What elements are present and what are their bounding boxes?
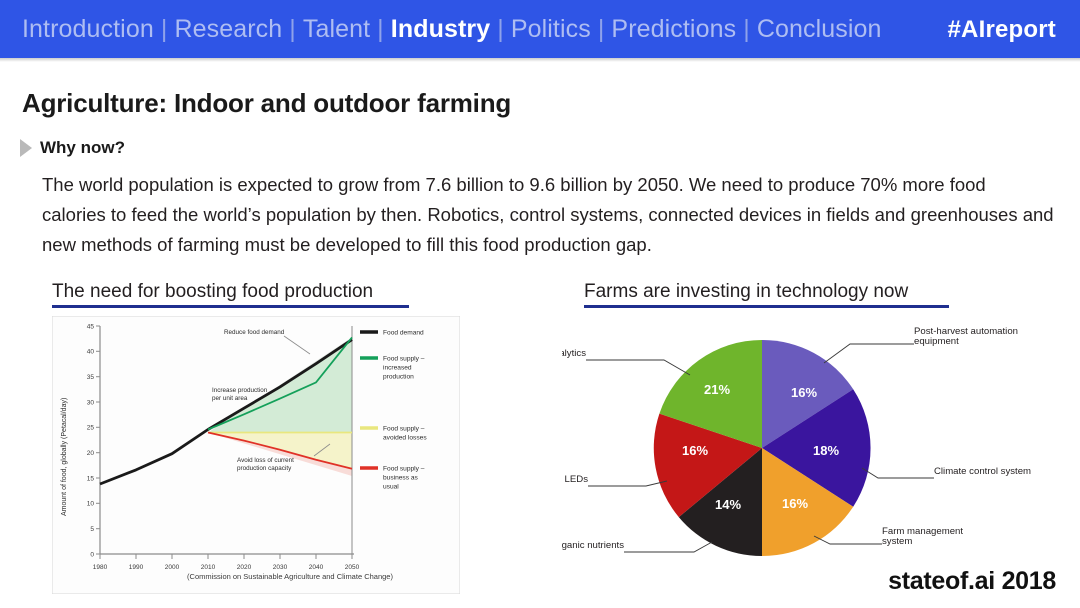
triangle-bullet-icon	[20, 139, 32, 157]
annotation-avoid-loss: Avoid loss of current production capacit…	[237, 457, 294, 472]
nav-separator: |	[497, 14, 504, 43]
legend-label-avoided-losses: Food supply –	[383, 425, 425, 432]
pie-value-post-harvest: 16%	[791, 385, 817, 400]
svg-text:40: 40	[87, 349, 95, 356]
y-axis-title: Amount of food, globally (Petacal/day)	[61, 398, 68, 516]
nav-item-industry[interactable]: Industry	[391, 15, 490, 44]
food-production-line-chart: 45 40 35 30 25 20 15 10 5 0 Amount of fo…	[52, 316, 460, 594]
line-chart-svg: 45 40 35 30 25 20 15 10 5 0 Amount of fo…	[52, 316, 460, 594]
body-paragraph: The world population is expected to grow…	[42, 174, 1054, 255]
svg-text:2020: 2020	[237, 564, 252, 571]
pie-label-post-harvest-line2: equipment	[914, 336, 959, 347]
pie-label-data-and-analytics: Data and analytics	[562, 348, 586, 359]
pie-chart-svg: 16% 18% 16% 14% 16% 21% Post-harvest aut…	[562, 326, 1031, 557]
left-panel-underline	[52, 305, 409, 308]
pie-label-adding-leds: Adding LEDs	[562, 474, 588, 485]
svg-text:production: production	[383, 373, 414, 380]
svg-text:per unit area: per unit area	[212, 395, 248, 402]
svg-text:2050: 2050	[345, 564, 360, 571]
svg-text:45: 45	[87, 323, 95, 330]
svg-text:production capacity: production capacity	[237, 465, 292, 472]
svg-text:2010: 2010	[201, 564, 216, 571]
nav-item-conclusion[interactable]: Conclusion	[757, 15, 882, 44]
svg-text:2030: 2030	[273, 564, 288, 571]
why-now-label: Why now?	[40, 138, 125, 157]
svg-text:30: 30	[87, 399, 95, 406]
farm-technology-pie-chart: 16% 18% 16% 14% 16% 21% Post-harvest aut…	[562, 318, 1062, 580]
footer-brand: stateof.ai 2018	[888, 567, 1056, 595]
pie-value-data-analytics: 21%	[704, 382, 730, 397]
nav-separator: |	[743, 14, 750, 43]
legend-label-business-as-usual: Food supply –	[383, 465, 425, 472]
svg-text:Avoid loss of current: Avoid loss of current	[237, 457, 294, 464]
pie-label-organic-nutrients: Organic nutrients	[562, 540, 624, 551]
svg-text:avoided losses: avoided losses	[383, 434, 427, 441]
right-panel-heading-text: Farms are investing in technology now	[584, 281, 909, 302]
pie-value-farm-management: 16%	[782, 496, 808, 511]
svg-text:10: 10	[87, 501, 95, 508]
nav-item-introduction[interactable]: Introduction	[22, 15, 154, 44]
slide: Introduction | Research | Talent | Indus…	[0, 0, 1080, 608]
pie-value-organic-nutrients: 14%	[715, 497, 741, 512]
right-panel-heading: Farms are investing in technology now	[584, 281, 949, 308]
nav-separator: |	[597, 14, 605, 43]
svg-text:Increase production: Increase production	[212, 387, 268, 394]
nav-separator: |	[289, 14, 296, 43]
left-panel-heading: The need for boosting food production	[52, 281, 409, 308]
svg-text:usual: usual	[383, 483, 399, 490]
svg-text:35: 35	[87, 374, 95, 381]
line-chart-caption: (Commission on Sustainable Agriculture a…	[187, 572, 393, 581]
svg-text:1990: 1990	[129, 564, 144, 571]
legend-label-increased-production: Food supply –	[383, 355, 425, 362]
nav-item-talent[interactable]: Talent	[303, 15, 370, 44]
navbar-shadow	[0, 58, 1080, 62]
nav-item-research[interactable]: Research	[174, 15, 282, 44]
pie-value-climate-control: 18%	[813, 443, 839, 458]
nav-item-politics[interactable]: Politics	[511, 15, 591, 44]
report-hashtag: #AIreport	[947, 16, 1056, 43]
svg-text:20: 20	[87, 450, 95, 457]
svg-text:0: 0	[90, 551, 94, 558]
pie-label-climate-control: Climate control system	[934, 466, 1031, 477]
svg-text:15: 15	[87, 475, 95, 482]
right-panel-underline	[584, 305, 949, 308]
nav-items: Introduction | Research | Talent | Indus…	[22, 15, 882, 44]
pie-label-farm-management-line2: system	[882, 536, 912, 547]
svg-text:increased: increased	[383, 364, 412, 371]
annotation-reduce-food-demand: Reduce food demand	[224, 329, 285, 336]
svg-text:5: 5	[90, 526, 94, 533]
nav-item-predictions[interactable]: Predictions	[611, 15, 736, 44]
svg-text:2000: 2000	[165, 564, 180, 571]
svg-text:1980: 1980	[93, 564, 108, 571]
pie-value-adding-leds: 16%	[682, 443, 708, 458]
page-title: Agriculture: Indoor and outdoor farming	[22, 88, 512, 118]
nav-separator: |	[160, 14, 168, 43]
legend-label-food-demand: Food demand	[383, 329, 424, 336]
why-now-bullet: Why now?	[20, 138, 125, 158]
left-panel-heading-text: The need for boosting food production	[52, 281, 374, 302]
svg-text:2040: 2040	[309, 564, 324, 571]
svg-text:business as: business as	[383, 474, 419, 481]
top-navigation-bar: Introduction | Research | Talent | Indus…	[0, 0, 1080, 58]
nav-separator: |	[377, 14, 384, 43]
svg-text:25: 25	[87, 425, 95, 432]
